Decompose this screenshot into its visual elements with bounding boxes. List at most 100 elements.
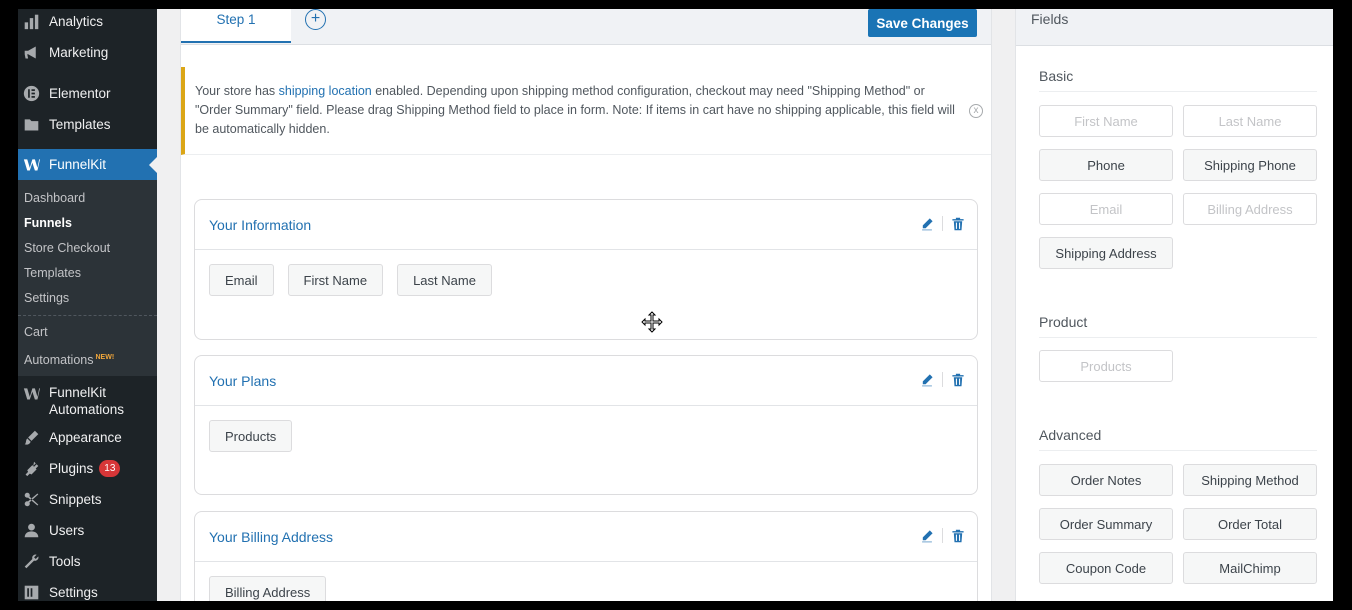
elementor-icon bbox=[22, 85, 40, 103]
field-shipping-address[interactable]: Shipping Address bbox=[1039, 237, 1173, 269]
field-mailchimp[interactable]: MailChimp bbox=[1183, 552, 1317, 584]
group-title-product: Product bbox=[1039, 314, 1317, 338]
section-actions bbox=[920, 216, 965, 231]
megaphone-icon bbox=[22, 44, 40, 62]
menu-item-label: Users bbox=[49, 523, 85, 538]
section-title: Your Plans bbox=[209, 372, 277, 389]
field-email[interactable]: Email bbox=[1039, 193, 1173, 225]
settings-icon bbox=[22, 584, 40, 602]
field-coupon-code[interactable]: Coupon Code bbox=[1039, 552, 1173, 584]
tab-step-1[interactable]: Step 1 bbox=[181, 9, 291, 43]
edit-pencil-icon[interactable] bbox=[920, 373, 934, 387]
field-shipping-method[interactable]: Shipping Method bbox=[1183, 464, 1317, 496]
menu-item-funnelkit-automations[interactable]: FunnelKit Automations bbox=[18, 378, 157, 422]
field-last-name[interactable]: Last Name bbox=[1183, 105, 1317, 137]
funnelkit-icon bbox=[22, 384, 40, 402]
fields-panel-title: Fields bbox=[1016, 9, 1333, 46]
menu-item-elementor[interactable]: Elementor bbox=[18, 78, 157, 109]
add-step-icon[interactable]: + bbox=[305, 9, 326, 30]
form-editor: Step 1 + Save Changes Your store has shi… bbox=[180, 9, 992, 601]
menu-item-marketing[interactable]: Marketing bbox=[18, 37, 157, 68]
field-shipping-phone[interactable]: Shipping Phone bbox=[1183, 149, 1317, 181]
form-field-chip[interactable]: Billing Address bbox=[209, 576, 327, 601]
menu-item-label: Elementor bbox=[49, 86, 111, 101]
field-phone[interactable]: Phone bbox=[1039, 149, 1173, 181]
paintbrush-icon bbox=[22, 429, 40, 447]
edit-pencil-icon[interactable] bbox=[920, 217, 934, 231]
action-divider bbox=[942, 372, 943, 387]
menu-item-analytics[interactable]: Analytics bbox=[18, 9, 157, 37]
submenu-funnels[interactable]: Funnels bbox=[18, 211, 157, 236]
menu-item-snippets[interactable]: Snippets bbox=[18, 484, 157, 515]
action-divider bbox=[942, 216, 943, 231]
trash-icon[interactable] bbox=[951, 217, 965, 231]
field-order-notes[interactable]: Order Notes bbox=[1039, 464, 1173, 496]
menu-item-label: Settings bbox=[49, 585, 98, 600]
new-tag: NEW! bbox=[95, 354, 115, 361]
submenu-dashboard[interactable]: Dashboard bbox=[18, 186, 157, 211]
trash-icon[interactable] bbox=[951, 529, 965, 543]
submenu-templates[interactable]: Templates bbox=[18, 261, 157, 286]
section-header: Your Information bbox=[195, 200, 977, 250]
submenu-store-checkout[interactable]: Store Checkout bbox=[18, 236, 157, 261]
menu-item-plugins[interactable]: Plugins 13 bbox=[18, 453, 157, 484]
funnelkit-submenu: Dashboard Funnels Store Checkout Templat… bbox=[18, 180, 157, 376]
menu-item-users[interactable]: Users bbox=[18, 515, 157, 546]
field-billing-address[interactable]: Billing Address bbox=[1183, 193, 1317, 225]
section-fields: Billing Address bbox=[195, 562, 977, 601]
menu-item-templates[interactable]: Templates bbox=[18, 109, 157, 140]
scissors-icon bbox=[22, 491, 40, 509]
funnelkit-icon bbox=[22, 156, 40, 174]
submenu-automations[interactable]: Automations NEW! bbox=[18, 345, 157, 370]
group-title-advanced: Advanced bbox=[1039, 427, 1317, 451]
field-order-total[interactable]: Order Total bbox=[1183, 508, 1317, 540]
section-title: Your Billing Address bbox=[209, 528, 334, 545]
save-changes-button[interactable]: Save Changes bbox=[868, 9, 977, 37]
section-actions bbox=[920, 372, 965, 387]
section-title: Your Information bbox=[209, 216, 312, 233]
form-field-chip[interactable]: First Name bbox=[287, 264, 384, 296]
step-tabbar: Step 1 + Save Changes bbox=[181, 9, 991, 45]
edit-pencil-icon[interactable] bbox=[920, 529, 934, 543]
section-header: Your Billing Address bbox=[195, 512, 977, 562]
field-order-summary[interactable]: Order Summary bbox=[1039, 508, 1173, 540]
shipping-notice: Your store has shipping location enabled… bbox=[181, 67, 991, 155]
close-icon[interactable]: x bbox=[969, 104, 983, 118]
submenu-settings[interactable]: Settings bbox=[18, 286, 157, 311]
submenu-label: Automations bbox=[24, 353, 94, 368]
menu-item-label: FunnelKit bbox=[49, 157, 107, 172]
menu-item-tools[interactable]: Tools bbox=[18, 546, 157, 577]
section-header: Your Plans bbox=[195, 356, 977, 406]
bar-chart-icon bbox=[22, 13, 40, 31]
section-actions bbox=[920, 528, 965, 543]
field-products[interactable]: Products bbox=[1039, 350, 1173, 382]
submenu-label: Cart bbox=[24, 325, 48, 339]
submenu-cart[interactable]: Cart bbox=[18, 320, 157, 345]
menu-item-funnelkit[interactable]: FunnelKit bbox=[18, 149, 157, 180]
wrench-icon bbox=[22, 553, 40, 571]
form-field-chip[interactable]: Last Name bbox=[397, 264, 492, 296]
menu-item-label: Tools bbox=[49, 554, 81, 569]
section-fields: Email First Name Last Name bbox=[195, 250, 977, 310]
move-cursor-icon bbox=[641, 311, 663, 333]
plugin-icon bbox=[22, 460, 40, 478]
menu-item-label: Analytics bbox=[49, 14, 104, 29]
menu-item-label: Templates bbox=[49, 117, 111, 132]
folder-icon bbox=[22, 116, 40, 134]
menu-item-appearance[interactable]: Appearance bbox=[18, 422, 157, 453]
menu-item-label: FunnelKit Automations bbox=[49, 385, 125, 417]
menu-item-label: Plugins bbox=[49, 461, 94, 476]
field-first-name[interactable]: First Name bbox=[1039, 105, 1173, 137]
form-field-chip[interactable]: Email bbox=[209, 264, 274, 296]
trash-icon[interactable] bbox=[951, 373, 965, 387]
main-content: Step 1 + Save Changes Your store has shi… bbox=[157, 9, 1333, 601]
user-icon bbox=[22, 522, 40, 540]
menu-item-settings[interactable]: Settings bbox=[18, 577, 157, 601]
shipping-location-link[interactable]: shipping location bbox=[279, 84, 372, 98]
admin-sidebar: Analytics Marketing Elementor Templates … bbox=[18, 9, 157, 601]
form-field-chip[interactable]: Products bbox=[209, 420, 293, 452]
menu-item-label: Marketing bbox=[49, 45, 109, 60]
notice-text: Your store has bbox=[195, 84, 279, 98]
section-your-plans: Your Plans Products bbox=[194, 355, 978, 495]
group-title-basic: Basic bbox=[1039, 68, 1317, 92]
